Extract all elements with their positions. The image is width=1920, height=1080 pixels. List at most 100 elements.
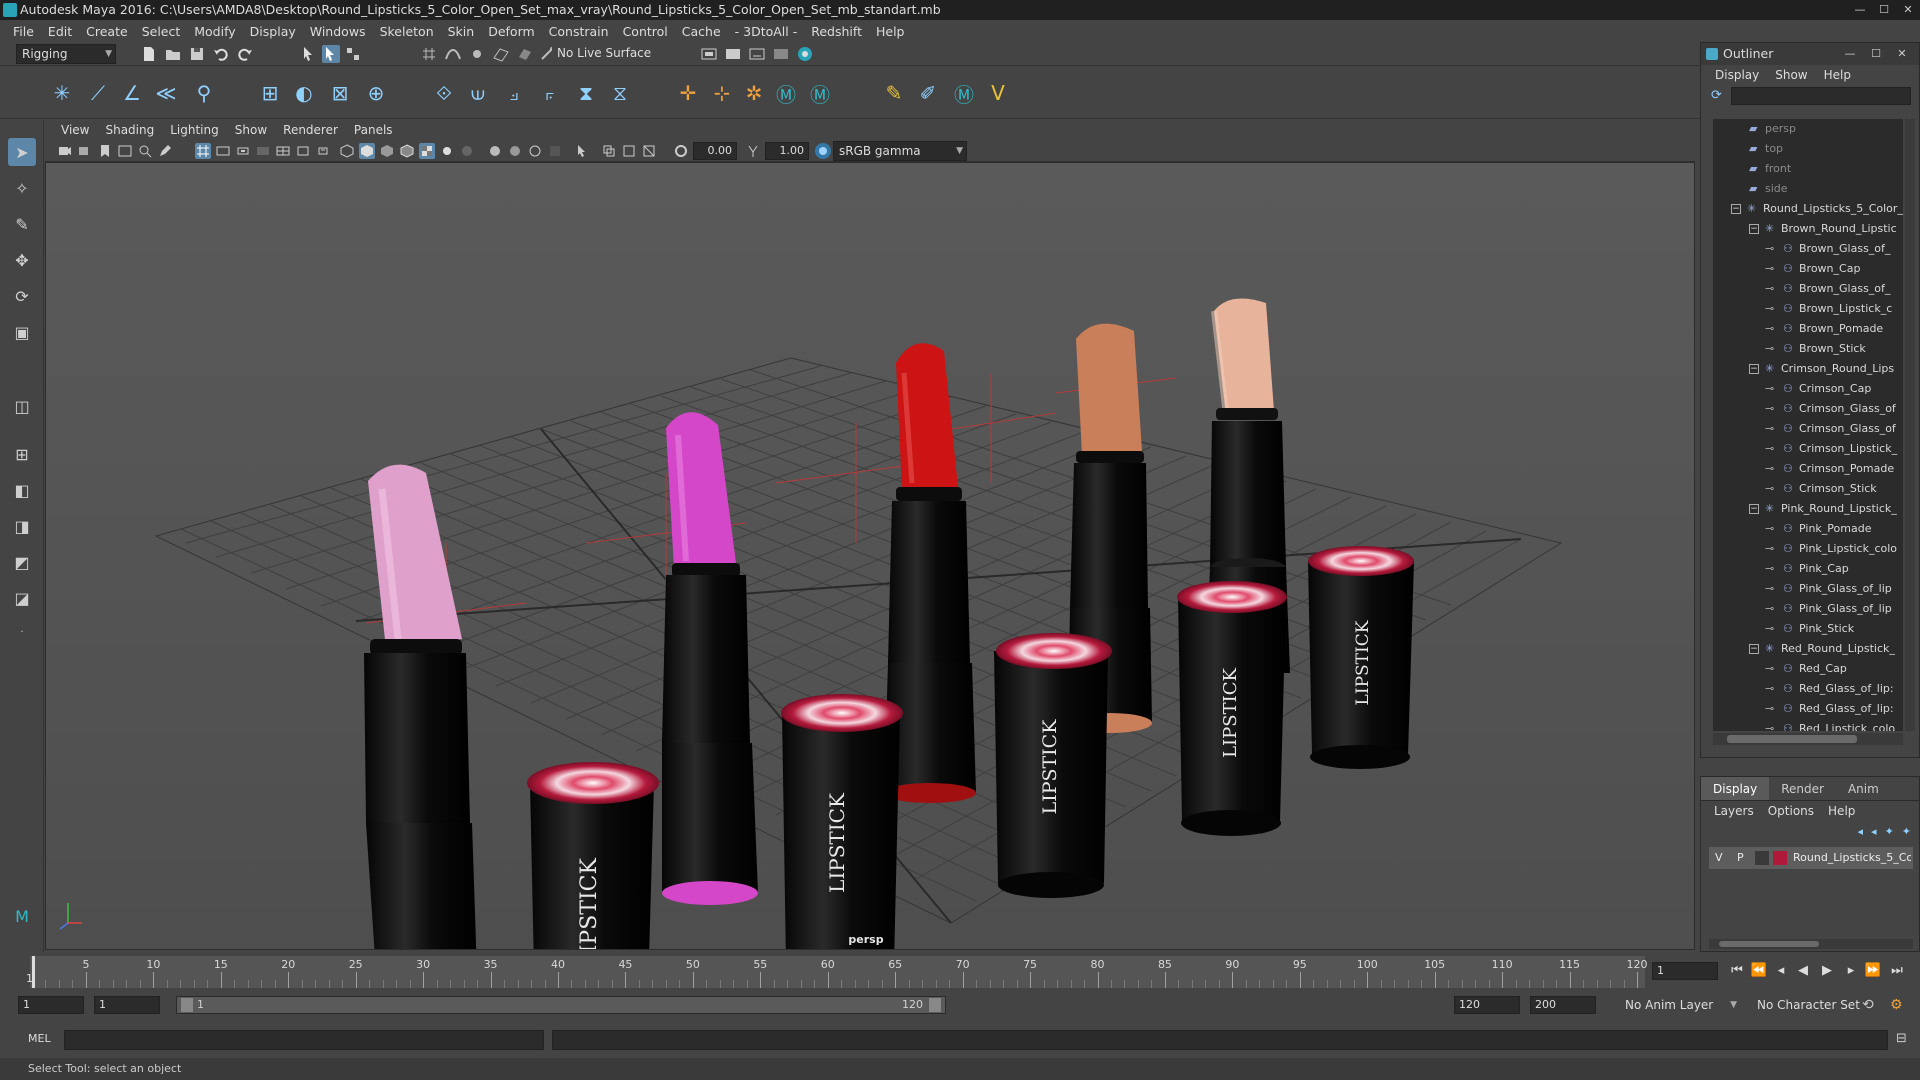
range-end-handle[interactable] (929, 998, 941, 1012)
outliner-item[interactable]: ⊸ ⚇ Brown_Glass_of_ (1713, 279, 1903, 299)
tab-render[interactable]: Render (1769, 777, 1836, 800)
outliner-search-input[interactable] (1731, 87, 1911, 105)
outliner-item[interactable]: ⊸ ⚇ Crimson_Stick (1713, 479, 1903, 499)
outliner-item[interactable]: ▰ front (1713, 159, 1903, 179)
menu-cache[interactable]: Cache (675, 24, 728, 39)
parent-constraint-icon[interactable]: ⧗ (572, 79, 600, 107)
playback-start-field[interactable]: 1 (94, 996, 160, 1014)
xray-joints-icon[interactable] (621, 143, 637, 159)
safe-action-icon[interactable] (295, 143, 311, 159)
outliner-item[interactable]: ⊸ ⚇ Brown_Cap (1713, 259, 1903, 279)
panel-menu-view[interactable]: View (53, 123, 97, 137)
rotate-tool-icon[interactable]: ⟳ (8, 282, 36, 310)
minimize-icon[interactable]: — (1848, 0, 1872, 20)
outliner-item[interactable]: ⊸ ⚇ Crimson_Glass_of (1713, 399, 1903, 419)
menu-help[interactable]: Help (869, 24, 912, 39)
exposure-icon[interactable] (673, 143, 689, 159)
render-current-frame-icon[interactable] (724, 45, 742, 63)
outliner-item[interactable]: − ✳ Crimson_Round_Lips (1713, 359, 1903, 379)
outliner-menu-show[interactable]: Show (1767, 68, 1815, 82)
aim-constraint-icon[interactable]: ⟒ (464, 79, 492, 107)
undo-icon[interactable] (212, 45, 230, 63)
script-editor-icon[interactable]: ⊟ (1896, 1031, 1907, 1046)
gamma-field[interactable]: 1.00 (765, 142, 809, 160)
layers-menu[interactable]: Layers (1707, 804, 1761, 818)
menu-deform[interactable]: Deform (481, 24, 541, 39)
outliner-item[interactable]: − ✳ Pink_Round_Lipstick_ (1713, 499, 1903, 519)
outliner-horizontal-scrollbar[interactable] (1713, 733, 1903, 745)
outliner-item[interactable]: ⊸ ⚇ Pink_Pomade (1713, 519, 1903, 539)
xray-icon[interactable] (601, 143, 617, 159)
outliner-item[interactable]: − ✳ Brown_Round_Lipstic (1713, 219, 1903, 239)
use-all-lights-icon[interactable] (439, 143, 455, 159)
command-input[interactable] (64, 1030, 544, 1050)
orient-constraint-icon[interactable]: ⟓ (500, 79, 528, 107)
outliner-item[interactable]: ⊸ ⚇ Pink_Glass_of_lip (1713, 579, 1903, 599)
outliner-vertical-scrollbar[interactable] (1905, 119, 1915, 731)
humanik-icon[interactable]: ⚲ (190, 79, 218, 107)
anti-aliasing-icon[interactable] (527, 143, 543, 159)
outliner-item[interactable]: ⊸ ⚇ Crimson_Pomade (1713, 459, 1903, 479)
resolution-gate-icon[interactable] (235, 143, 251, 159)
cluster-icon[interactable]: ◐ (290, 79, 318, 107)
brush-tool-icon[interactable]: ✐ (914, 79, 942, 107)
outliner-menu-display[interactable]: Display (1707, 68, 1767, 82)
ipr-render-icon[interactable] (748, 45, 766, 63)
persp-outliner-layout-icon[interactable]: ◧ (8, 476, 36, 504)
safe-title-icon[interactable] (315, 143, 331, 159)
blend-shape-icon[interactable]: ✲ (740, 79, 768, 107)
3dtoall-b-icon[interactable]: Ⓜ (806, 79, 834, 107)
outliner-item[interactable]: ⊸ ⚇ Crimson_Lipstick_ (1713, 439, 1903, 459)
pole-vector-icon[interactable]: ⧖ (606, 79, 634, 107)
panel-menu-panels[interactable]: Panels (346, 123, 401, 137)
scale-tool-icon[interactable]: ▣ (8, 318, 36, 346)
menu-file[interactable]: File (6, 24, 41, 39)
menu-modify[interactable]: Modify (187, 24, 242, 39)
preferences-icon[interactable]: ⚙ (1890, 997, 1903, 1013)
3dtoall-a-icon[interactable]: Ⓜ (772, 79, 800, 107)
panel-menu-shading[interactable]: Shading (97, 123, 162, 137)
step-forward-key-icon[interactable]: ⏩ (1864, 962, 1882, 980)
lasso-tool-icon[interactable]: ✧ (8, 174, 36, 202)
select-camera-icon[interactable] (57, 143, 73, 159)
joint-tool-icon[interactable]: ✳ (48, 79, 76, 107)
insert-joint-icon[interactable]: ≪ (152, 79, 180, 107)
outliner-item[interactable]: ⊸ ⚇ Brown_Stick (1713, 339, 1903, 359)
four-view-layout-icon[interactable]: ⊞ (8, 440, 36, 468)
menu-skeleton[interactable]: Skeleton (373, 24, 441, 39)
ik-spline-icon[interactable]: ∠ (118, 79, 146, 107)
outliner-item[interactable]: ⊸ ⚇ Red_Glass_of_lip: (1713, 679, 1903, 699)
time-ruler[interactable]: 5 10 15 20 25 30 35 40 45 50 55 60 65 70 75 80 85 90 95 100… (30, 956, 1648, 988)
grease-pencil-icon[interactable] (157, 143, 173, 159)
default-material-icon[interactable] (379, 143, 395, 159)
layer-color-swatch[interactable] (1773, 851, 1787, 865)
outliner-layout-icon[interactable]: ◪ (8, 584, 36, 612)
outliner-item[interactable]: ⊸ ⚇ Brown_Glass_of_ (1713, 239, 1903, 259)
snap-to-view-plane-icon[interactable] (492, 45, 510, 63)
outliner-item[interactable]: ⊸ ⚇ Crimson_Glass_of (1713, 419, 1903, 439)
exposure-field[interactable]: 0.00 (693, 142, 737, 160)
paint-weights-icon[interactable]: ✎ (880, 79, 908, 107)
field-chart-icon[interactable] (275, 143, 291, 159)
layer-row[interactable]: V P Round_Lipsticks_5_Co (1709, 847, 1913, 869)
color-management-icon[interactable] (815, 143, 831, 159)
menu-3dtoall[interactable]: - 3DtoAll - (728, 24, 805, 39)
character-set-dropdown[interactable]: No Character Set (1752, 996, 1872, 1016)
menu-select[interactable]: Select (135, 24, 188, 39)
new-layer-icon[interactable]: ✦ (1885, 825, 1894, 838)
hypershade-layout-icon[interactable]: ◩ (8, 548, 36, 576)
live-surface-field[interactable]: No Live Surface (552, 44, 656, 64)
menu-constrain[interactable]: Constrain (542, 24, 616, 39)
select-tool-icon[interactable]: ➤ (8, 138, 36, 166)
collapse-toggle-icon[interactable]: − (1749, 644, 1759, 654)
panel-menu-show[interactable]: Show (227, 123, 275, 137)
locator-icon[interactable]: ✛ (674, 79, 702, 107)
step-back-frame-icon[interactable]: ◂ (1772, 962, 1790, 980)
menu-control[interactable]: Control (616, 24, 675, 39)
save-scene-icon[interactable] (188, 45, 206, 63)
collapse-toggle-icon[interactable]: − (1731, 204, 1741, 214)
outliner-tree[interactable]: ▰ persp ▰ top ▰ front ▰ side − ✳ Round_Lipsticks_5… (1713, 119, 1903, 731)
bind-skin-icon[interactable]: ⊞ (256, 79, 284, 107)
single-perspective-layout-icon[interactable]: ◫ (8, 392, 36, 420)
redo-icon[interactable] (236, 45, 254, 63)
